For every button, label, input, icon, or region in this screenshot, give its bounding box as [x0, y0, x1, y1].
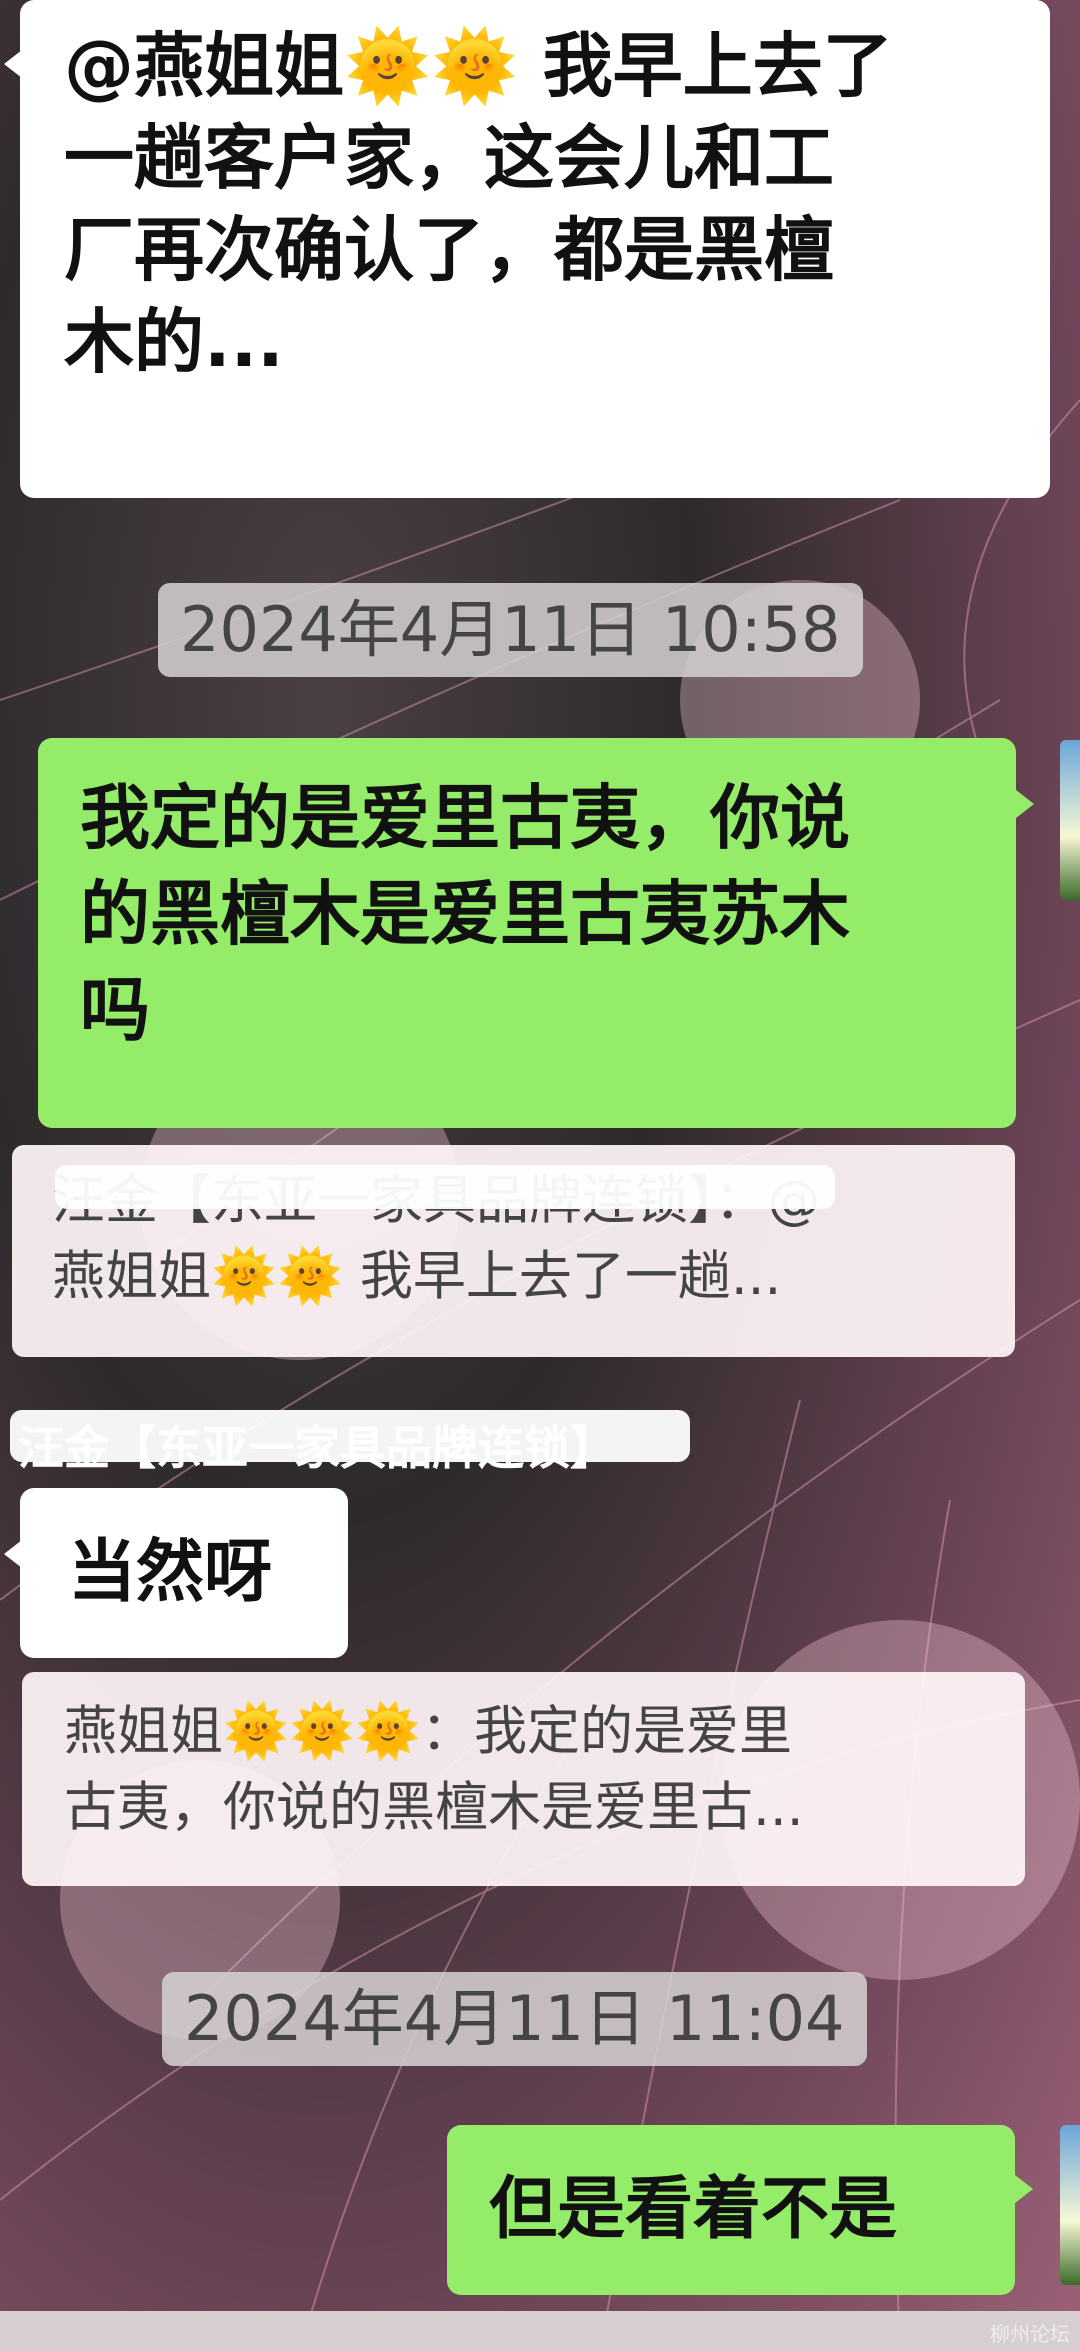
incoming-message-bubble[interactable]: @燕姐姐🌞🌞 我早上去了 一趟客户家，这会儿和工 厂再次确认了，都是黑檀 木的.…	[20, 0, 1050, 498]
message-line: @燕姐姐🌞🌞 我早上去了	[64, 25, 893, 107]
message-line: 一趟客户家，这会儿和工	[64, 117, 834, 199]
avatar[interactable]	[1060, 2125, 1080, 2285]
message-line: 吗	[80, 969, 150, 1051]
redaction-scribble	[10, 1410, 690, 1462]
outgoing-message-bubble[interactable]: 我定的是爱里古夷，你说 的黑檀木是爱里古夷苏木 吗	[38, 738, 1016, 1128]
incoming-message-bubble[interactable]: 当然呀	[20, 1488, 348, 1658]
bottom-bar	[0, 2311, 1080, 2351]
message-line: 我定的是爱里古夷，你说	[80, 777, 850, 859]
timestamp: 2024年4月11日 11:04	[162, 1972, 867, 2066]
quote-line: 燕姐姐🌞🌞🌞：我定的是爱里	[64, 1701, 792, 1762]
quoted-reply[interactable]: 燕姐姐🌞🌞🌞：我定的是爱里 古夷，你说的黑檀木是爱里古...	[22, 1672, 1025, 1886]
message-text: 但是看着不是	[489, 2170, 898, 2249]
quote-line: 燕姐姐🌞🌞 我早上去了一趟...	[52, 1246, 782, 1307]
watermark: 柳州论坛	[990, 2322, 1070, 2346]
bubble-tail	[1016, 790, 1034, 818]
outgoing-message-bubble[interactable]: 但是看着不是	[447, 2125, 1015, 2295]
bubble-tail	[4, 50, 22, 78]
avatar[interactable]	[1060, 740, 1080, 900]
redaction-scribble	[55, 1165, 835, 1209]
message-line: 厂再次确认了，都是黑檀	[64, 209, 834, 291]
message-line: 木的...	[64, 301, 284, 383]
timestamp: 2024年4月11日 10:58	[158, 583, 863, 677]
quote-line: 古夷，你说的黑檀木是爱里古...	[64, 1777, 804, 1838]
message-line: 的黑檀木是爱里古夷苏木	[80, 873, 850, 955]
bubble-tail	[4, 1540, 22, 1568]
message-text: 当然呀	[68, 1533, 273, 1612]
bubble-tail	[1015, 2175, 1033, 2203]
